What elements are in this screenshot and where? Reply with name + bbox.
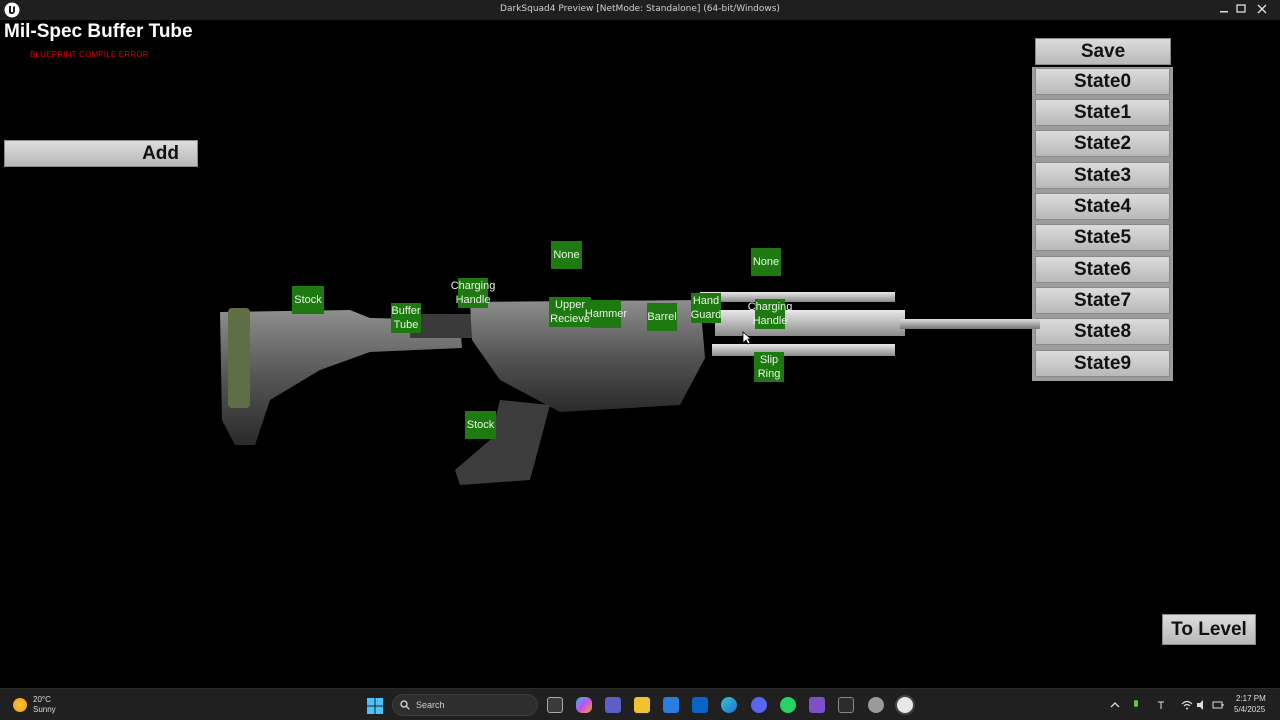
part-label-hammer[interactable]: Hammer xyxy=(585,300,627,328)
state-list: State0 State1 State2 State3 State4 State… xyxy=(1032,67,1173,381)
teams-icon[interactable] xyxy=(605,697,621,713)
minimize-icon[interactable] xyxy=(1216,2,1232,16)
part-label-stock[interactable]: Stock xyxy=(465,411,496,439)
to-level-button[interactable]: To Level xyxy=(1162,614,1256,645)
taskbar-search[interactable]: Search xyxy=(392,694,538,716)
edge-icon[interactable] xyxy=(721,697,737,713)
add-button[interactable]: Add xyxy=(4,140,198,167)
taskbar: 20°C Sunny Search 2:17 PM 5/4/2025 xyxy=(0,688,1280,720)
state-button-1[interactable]: State1 xyxy=(1035,99,1170,126)
battery-icon[interactable] xyxy=(1212,699,1224,711)
weather-temperature: 20°C xyxy=(33,695,51,704)
visual-studio-icon[interactable] xyxy=(809,697,825,713)
windows-start-icon[interactable] xyxy=(367,698,383,714)
part-label-stock[interactable]: Stock xyxy=(292,286,324,314)
task-view-icon[interactable] xyxy=(547,697,563,713)
part-label-none[interactable]: None xyxy=(751,248,781,276)
handguard-model xyxy=(700,292,905,356)
part-label-buffer-tube[interactable]: Buffer Tube xyxy=(391,303,421,333)
part-label-barrel[interactable]: Barrel xyxy=(647,303,677,331)
save-button[interactable]: Save xyxy=(1035,38,1171,65)
state-button-9[interactable]: State9 xyxy=(1035,350,1170,377)
search-icon xyxy=(400,700,410,710)
part-label-charging-handle[interactable]: Charging Handle xyxy=(748,299,792,329)
state-button-6[interactable]: State6 xyxy=(1035,256,1170,283)
barrel-model xyxy=(900,319,1040,329)
store-icon[interactable] xyxy=(663,697,679,713)
state-button-7[interactable]: State7 xyxy=(1035,287,1170,314)
weather-condition: Sunny xyxy=(33,705,56,714)
part-label-hand-guard[interactable]: Hand Guard xyxy=(691,293,721,323)
clock-time[interactable]: 2:17 PM xyxy=(1236,694,1266,703)
copilot-icon[interactable] xyxy=(576,697,592,713)
item-title: Mil-Spec Buffer Tube xyxy=(4,21,193,42)
discord-icon[interactable] xyxy=(751,697,767,713)
chevron-up-icon[interactable] xyxy=(1109,699,1121,711)
state-button-0[interactable]: State0 xyxy=(1035,68,1170,95)
state-button-5[interactable]: State5 xyxy=(1035,224,1170,251)
whatsapp-icon[interactable] xyxy=(780,697,796,713)
close-icon[interactable] xyxy=(1254,2,1270,16)
microphone-icon[interactable] xyxy=(1130,699,1142,711)
file-explorer-icon[interactable] xyxy=(634,697,650,713)
state-button-3[interactable]: State3 xyxy=(1035,162,1170,189)
outlook-icon[interactable] xyxy=(692,697,708,713)
rifle-model-viewport[interactable] xyxy=(200,240,1040,500)
part-label-none[interactable]: None xyxy=(551,241,582,269)
window-title: DarkSquad4 Preview [NetMode: Standalone]… xyxy=(500,4,780,14)
clock-date[interactable]: 5/4/2025 xyxy=(1234,705,1265,714)
language-icon[interactable] xyxy=(1155,699,1167,711)
maximize-icon[interactable] xyxy=(1233,2,1249,16)
state-button-2[interactable]: State2 xyxy=(1035,130,1170,157)
part-label-slip-ring[interactable]: Slip Ring xyxy=(754,352,784,382)
mouse-cursor-icon xyxy=(742,331,752,345)
volume-icon[interactable] xyxy=(1196,699,1208,711)
compile-error-text: BLUEPRINT COMPILE ERROR xyxy=(30,50,149,59)
state-button-8[interactable]: State8 xyxy=(1035,318,1170,345)
unreal-engine-icon[interactable] xyxy=(897,697,913,713)
epic-games-icon[interactable] xyxy=(838,697,854,713)
wifi-icon[interactable] xyxy=(1181,699,1193,711)
part-label-charging-handle[interactable]: Charging Handle xyxy=(451,278,495,308)
search-placeholder: Search xyxy=(416,700,445,710)
window-titlebar: DarkSquad4 Preview [NetMode: Standalone]… xyxy=(0,0,1280,20)
state-button-4[interactable]: State4 xyxy=(1035,193,1170,220)
sun-icon[interactable] xyxy=(13,698,27,712)
chrome-canary-icon[interactable] xyxy=(868,697,884,713)
